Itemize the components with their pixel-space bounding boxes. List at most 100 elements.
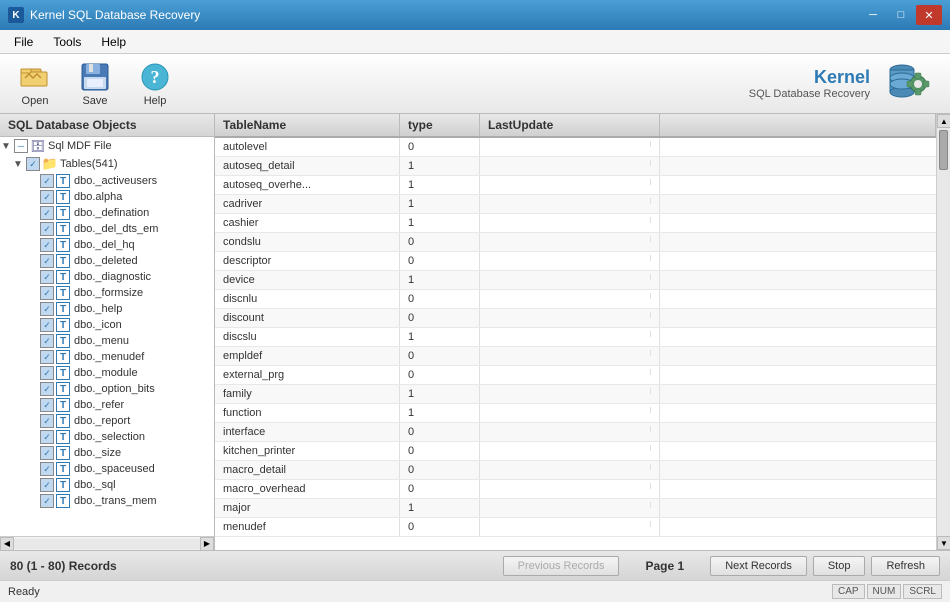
leaf-checkbox[interactable]: ✓ — [40, 286, 54, 300]
scroll-thumb[interactable] — [939, 130, 948, 170]
leaf-checkbox[interactable]: ✓ — [40, 334, 54, 348]
cell-name: cashier — [215, 214, 400, 232]
tree-leaf-item[interactable]: ✓ T dbo._menu — [0, 333, 214, 349]
menu-help[interactable]: Help — [91, 33, 136, 51]
table-row[interactable]: family 1 — [215, 385, 936, 404]
tree-leaf-item[interactable]: ✓ T dbo._spaceused — [0, 461, 214, 477]
leaf-checkbox[interactable]: ✓ — [40, 382, 54, 396]
tree-leaf-item[interactable]: ✓ T dbo._refer — [0, 397, 214, 413]
leaf-checkbox[interactable]: ✓ — [40, 206, 54, 220]
tree-leaf-label: dbo._activeusers — [72, 175, 157, 187]
table-row[interactable]: macro_overhead 0 — [215, 480, 936, 499]
table-row[interactable]: discslu 1 — [215, 328, 936, 347]
table-row[interactable]: external_prg 0 — [215, 366, 936, 385]
leaf-checkbox[interactable]: ✓ — [40, 366, 54, 380]
next-records-button[interactable]: Next Records — [710, 556, 807, 576]
stop-button[interactable]: Stop — [813, 556, 866, 576]
tree-leaf-item[interactable]: ✓ T dbo._sql — [0, 477, 214, 493]
scroll-left-arrow[interactable]: ◀ — [0, 537, 14, 551]
maximize-button[interactable]: □ — [888, 5, 914, 25]
leaf-checkbox[interactable]: ✓ — [40, 318, 54, 332]
leaf-checkbox[interactable]: ✓ — [40, 462, 54, 476]
table-row[interactable]: empldef 0 — [215, 347, 936, 366]
tree-leaf-item[interactable]: ✓ T dbo._formsize — [0, 285, 214, 301]
table-row[interactable]: menudef 0 — [215, 518, 936, 537]
table-row[interactable]: autoseq_overhe... 1 — [215, 176, 936, 195]
tree-leaf-item[interactable]: ✓ T dbo._help — [0, 301, 214, 317]
leaf-checkbox[interactable]: ✓ — [40, 270, 54, 284]
col-header-type: type — [400, 114, 480, 136]
tree-leaf-item[interactable]: ✓ T dbo._deleted — [0, 253, 214, 269]
tree-leaf-item[interactable]: ✓ T dbo._activeusers — [0, 173, 214, 189]
cell-rest — [488, 255, 651, 261]
leaf-checkbox[interactable]: ✓ — [40, 446, 54, 460]
tree-items: ✓ T dbo._activeusers ✓ T dbo.alpha ✓ T d… — [0, 173, 214, 509]
left-horizontal-scroll[interactable]: ◀ ▶ — [0, 536, 214, 550]
vertical-scrollbar[interactable]: ▲ ▼ — [936, 114, 950, 550]
cell-rest — [488, 293, 651, 299]
leaf-checkbox[interactable]: ✓ — [40, 254, 54, 268]
tree-leaf-item[interactable]: ✓ T dbo._defination — [0, 205, 214, 221]
minimize-button[interactable]: ─ — [860, 5, 886, 25]
tree-leaf-item[interactable]: ✓ T dbo._trans_mem — [0, 493, 214, 509]
leaf-checkbox[interactable]: ✓ — [40, 478, 54, 492]
leaf-checkbox[interactable]: ✓ — [40, 222, 54, 236]
leaf-checkbox[interactable]: ✓ — [40, 494, 54, 508]
table-row[interactable]: interface 0 — [215, 423, 936, 442]
table-row[interactable]: autoseq_detail 1 — [215, 157, 936, 176]
cell-type: 0 — [400, 138, 480, 156]
tree-leaf-item[interactable]: ✓ T dbo._selection — [0, 429, 214, 445]
leaf-checkbox[interactable]: ✓ — [40, 414, 54, 428]
open-button[interactable]: Open — [10, 56, 60, 112]
table-row[interactable]: kitchen_printer 0 — [215, 442, 936, 461]
root-label: Sql MDF File — [48, 140, 112, 152]
close-button[interactable]: ✕ — [916, 5, 942, 25]
leaf-checkbox[interactable]: ✓ — [40, 302, 54, 316]
save-button[interactable]: Save — [70, 56, 120, 112]
table-row[interactable]: descriptor 0 — [215, 252, 936, 271]
scroll-down-arrow[interactable]: ▼ — [937, 536, 950, 550]
table-row[interactable]: major 1 — [215, 499, 936, 518]
table-row[interactable]: function 1 — [215, 404, 936, 423]
tree-leaf-item[interactable]: ✓ T dbo._size — [0, 445, 214, 461]
tree-leaf-item[interactable]: ✓ T dbo._option_bits — [0, 381, 214, 397]
leaf-checkbox[interactable]: ✓ — [40, 398, 54, 412]
menu-file[interactable]: File — [4, 33, 43, 51]
leaf-checkbox[interactable]: ✓ — [40, 238, 54, 252]
leaf-checkbox[interactable]: ✓ — [40, 190, 54, 204]
tree-leaf-item[interactable]: ✓ T dbo._module — [0, 365, 214, 381]
cell-rest — [488, 369, 651, 375]
prev-records-button[interactable]: Previous Records — [503, 556, 620, 576]
menu-tools[interactable]: Tools — [43, 33, 91, 51]
table-row[interactable]: condslu 0 — [215, 233, 936, 252]
tree-leaf-item[interactable]: ✓ T dbo.alpha — [0, 189, 214, 205]
table-row[interactable]: cadriver 1 — [215, 195, 936, 214]
tree-leaf-item[interactable]: ✓ T dbo._report — [0, 413, 214, 429]
table-row[interactable]: autolevel 0 — [215, 138, 936, 157]
tables-checkbox[interactable]: ✓ — [26, 157, 40, 171]
tree-leaf-item[interactable]: ✓ T dbo._del_dts_em — [0, 221, 214, 237]
help-button[interactable]: ? Help — [130, 56, 180, 112]
tree-leaf-item[interactable]: ✓ T dbo._icon — [0, 317, 214, 333]
leaf-checkbox[interactable]: ✓ — [40, 430, 54, 444]
tree-leaf-item[interactable]: ✓ T dbo._del_hq — [0, 237, 214, 253]
scroll-right-arrow[interactable]: ▶ — [200, 537, 214, 551]
tree-leaf-item[interactable]: ✓ T dbo._menudef — [0, 349, 214, 365]
scroll-up-arrow[interactable]: ▲ — [937, 114, 950, 128]
tree-leaf-item[interactable]: ✓ T dbo._diagnostic — [0, 269, 214, 285]
tables-node[interactable]: ▼ ✓ 📁 Tables(541) — [0, 155, 214, 173]
table-row[interactable]: macro_detail 0 — [215, 461, 936, 480]
table-row[interactable]: cashier 1 — [215, 214, 936, 233]
leaf-checkbox[interactable]: ✓ — [40, 174, 54, 188]
main-area: SQL Database Objects ▼ ─ 🗄 Sql MDF File … — [0, 114, 950, 550]
tree-view[interactable]: ▼ ─ 🗄 Sql MDF File ▼ ✓ 📁 Tables(541) ✓ T… — [0, 137, 214, 536]
table-row[interactable]: device 1 — [215, 271, 936, 290]
table-row[interactable]: discount 0 — [215, 309, 936, 328]
cap-indicator: CAP — [832, 584, 865, 599]
table-row[interactable]: discnlu 0 — [215, 290, 936, 309]
tree-root[interactable]: ▼ ─ 🗄 Sql MDF File — [0, 137, 214, 155]
table-icon: T — [56, 414, 70, 428]
leaf-checkbox[interactable]: ✓ — [40, 350, 54, 364]
refresh-button[interactable]: Refresh — [871, 556, 940, 576]
root-checkbox[interactable]: ─ — [14, 139, 28, 153]
